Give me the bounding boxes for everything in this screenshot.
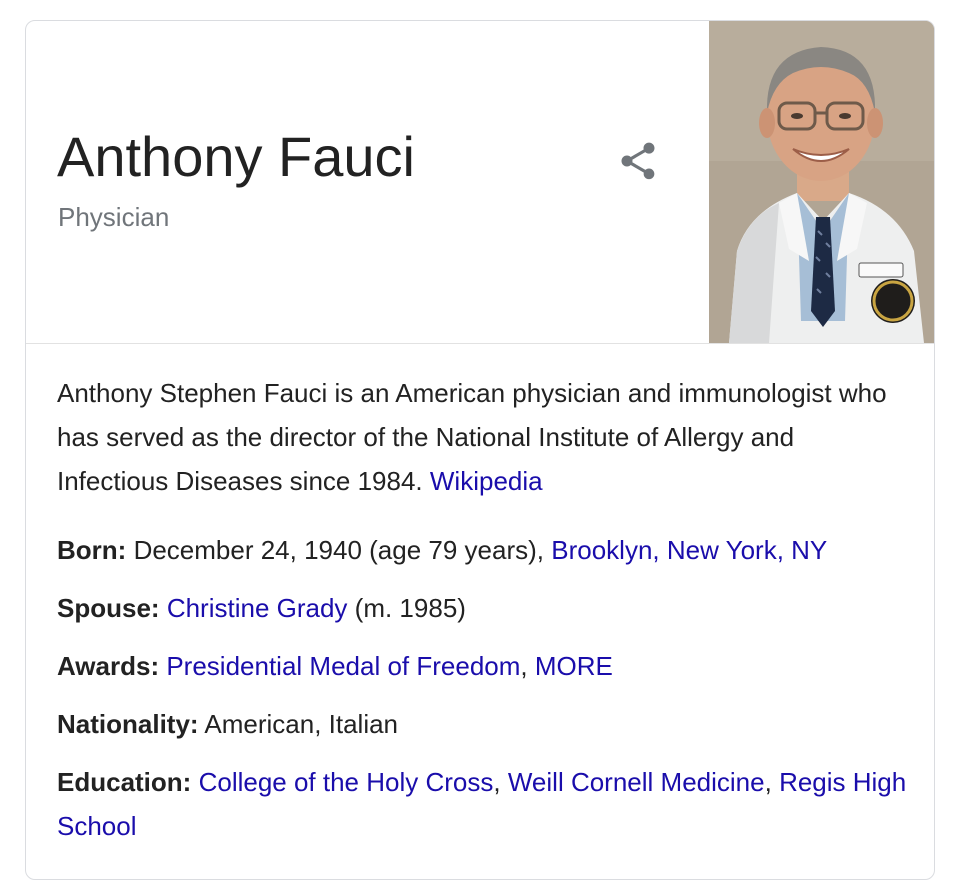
fact-awards: Awards: Presidential Medal of Freedom, M… [57,644,907,688]
award-link[interactable]: Presidential Medal of Freedom [166,651,520,681]
entity-title: Anthony Fauci [57,125,415,188]
wikipedia-link[interactable]: Wikipedia [430,466,543,496]
fact-value-spouse-marriage: (m. 1985) [354,593,466,623]
panel-body: Anthony Stephen Fauci is an American phy… [57,371,907,848]
portrait-image [709,21,934,343]
fact-label-nationality: Nationality: [57,709,199,739]
awards-separator: , [520,651,528,681]
entity-photo[interactable] [709,21,934,343]
fact-value-nationality: American, Italian [204,709,399,739]
entity-subtitle: Physician [58,202,170,232]
fact-label-spouse: Spouse: [57,593,160,623]
fact-value-born: December 24, 1940 (age 79 years), [133,535,545,565]
birthplace-link[interactable]: Brooklyn, New York, NY [551,535,827,565]
spouse-link[interactable]: Christine Grady [167,593,348,623]
panel-header: Anthony Fauci Physician [26,21,934,344]
education-link-weill-cornell[interactable]: Weill Cornell Medicine [508,767,765,797]
fact-label-awards: Awards: [57,651,160,681]
entity-description: Anthony Stephen Fauci is an American phy… [57,371,907,503]
fact-spouse: Spouse: Christine Grady (m. 1985) [57,586,907,630]
education-separator-1: , [493,767,501,797]
share-icon [621,142,655,180]
share-button[interactable] [616,139,660,183]
fact-label-born: Born: [57,535,127,565]
fact-label-education: Education: [57,767,192,797]
fact-nationality: Nationality: American, Italian [57,702,907,746]
fact-born: Born: December 24, 1940 (age 79 years), … [57,528,907,572]
awards-more-link[interactable]: MORE [535,651,613,681]
education-separator-2: , [764,767,772,797]
knowledge-panel: Anthony Fauci Physician Anthony Stephen … [25,20,935,880]
fact-education: Education: College of the Holy Cross, We… [57,760,907,848]
education-link-holy-cross[interactable]: College of the Holy Cross [199,767,494,797]
